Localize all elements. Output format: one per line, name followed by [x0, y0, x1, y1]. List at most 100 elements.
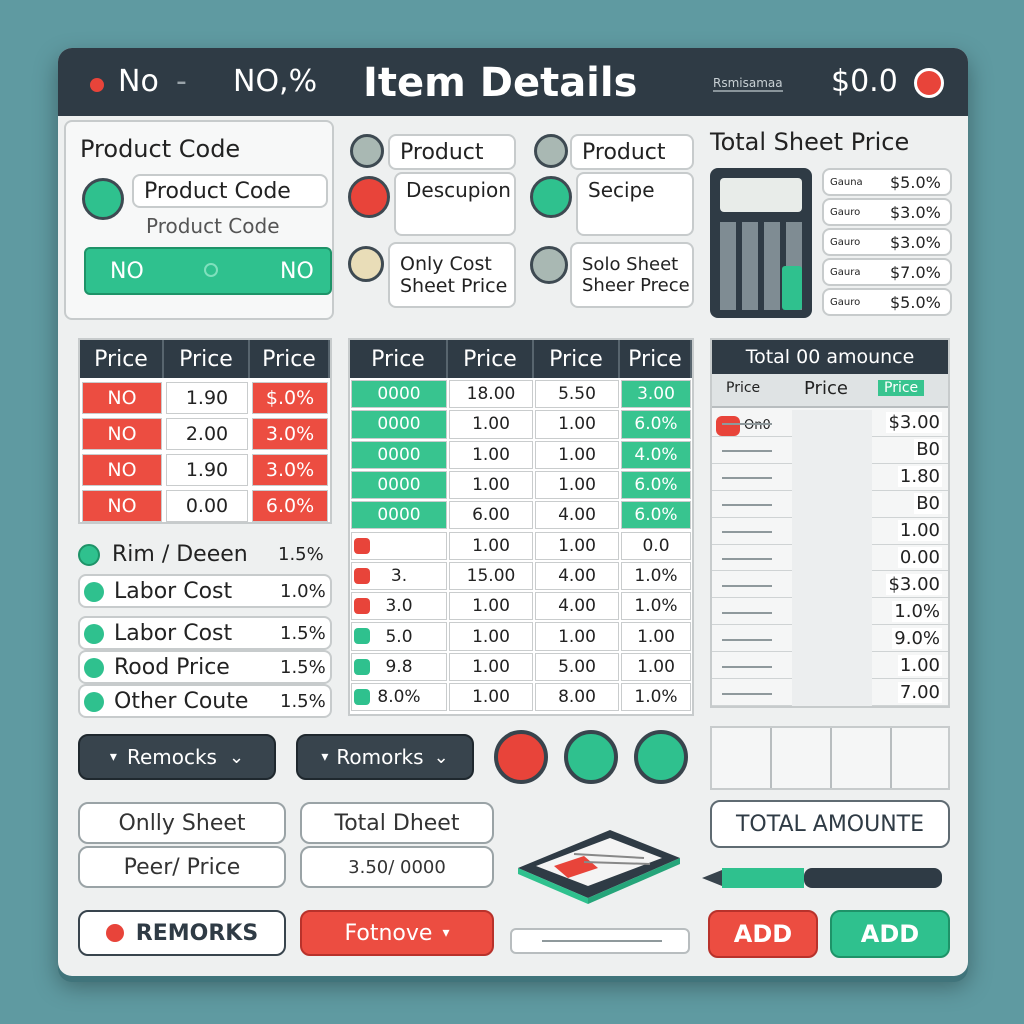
table1-cell[interactable]: 0.00 [166, 490, 248, 522]
add-green-button[interactable]: ADD [830, 910, 950, 958]
table2-cell[interactable]: 3.00 [621, 380, 691, 409]
description-radio[interactable] [348, 176, 390, 218]
table2-cell[interactable]: 0000 [351, 410, 447, 439]
table1-cell[interactable]: 1.90 [166, 382, 248, 414]
table2-cell[interactable]: 1.00 [449, 683, 533, 712]
table1-header[interactable]: Price [250, 340, 330, 378]
table2-cell[interactable]: 1.00 [449, 440, 533, 469]
table2-cell[interactable]: 4.00 [535, 592, 619, 621]
product-code-radio[interactable] [82, 178, 124, 220]
product-code-panel: Product Code Product Code Product Code N… [64, 120, 334, 320]
table2-cell[interactable]: 0000 [351, 440, 447, 469]
only-sheet-button[interactable]: Onlly Sheet [78, 802, 286, 844]
total-amount-button[interactable]: TOTAL AMOUNTE [710, 800, 950, 848]
close-icon[interactable] [914, 68, 944, 98]
table2-cell[interactable]: 1.00 [449, 652, 533, 681]
table2-cell[interactable]: 1.00 [449, 470, 533, 500]
remarks-dropdown-2[interactable]: ▾ Romorks ⌄ [296, 734, 474, 780]
remarks-dropdown-1[interactable]: ▾ Remocks ⌄ [78, 734, 276, 780]
cost-item[interactable]: Labor Cost 1.0% [78, 574, 332, 608]
table1-cell[interactable]: 3.0% [252, 418, 328, 450]
total-amount-row-placeholder [722, 450, 772, 453]
green-action-button-2[interactable] [634, 730, 688, 784]
notes-input[interactable] [510, 928, 690, 954]
table2-cell[interactable]: 8.00 [535, 683, 619, 712]
total-sheet-value-button[interactable]: 3.50/ 0000 [300, 846, 494, 888]
green-action-button[interactable] [564, 730, 618, 784]
remarks-upper-button[interactable]: REMORKS [78, 910, 286, 956]
table2-header[interactable]: Price [620, 340, 692, 378]
table2-cell[interactable]: 4.0% [621, 440, 691, 469]
table1-header[interactable]: Price [164, 340, 250, 378]
table2-header[interactable]: Price [350, 340, 448, 378]
table2-cell[interactable]: 0.0 [621, 531, 691, 560]
table2-cell[interactable]: 1.00 [535, 622, 619, 651]
cost-item[interactable]: Rim / Deeen 1.5% [78, 538, 332, 572]
red-action-button[interactable] [494, 730, 548, 784]
table1-cell[interactable]: $.0% [252, 382, 328, 414]
total-amount-value: 1.80 [897, 466, 942, 488]
no-right-label: NO [280, 259, 314, 284]
table2-cell[interactable]: 6.0% [621, 470, 691, 500]
recipe-radio[interactable] [530, 176, 572, 218]
product-code-field[interactable]: Product Code [132, 174, 328, 208]
table2-cell[interactable]: 1.0% [621, 683, 691, 712]
table2-cell[interactable]: 4.00 [535, 561, 619, 591]
cost-item[interactable]: Rood Price 1.5% [78, 650, 332, 684]
table1-cell[interactable]: NO [82, 418, 162, 450]
table1-cell[interactable]: NO [82, 490, 162, 522]
table2-header[interactable]: Price [448, 340, 534, 378]
table2-cell[interactable]: 18.00 [449, 380, 533, 409]
close-dot-icon[interactable] [90, 78, 104, 92]
product-field[interactable]: Product [388, 134, 516, 170]
table2-cell[interactable]: 0000 [351, 501, 447, 530]
description-field[interactable]: Descupion [394, 172, 516, 236]
table2-cell[interactable]: 1.00 [535, 410, 619, 439]
table2-cell[interactable]: 5.00 [535, 652, 619, 681]
table2-cell[interactable]: 1.00 [449, 622, 533, 651]
table2-cell[interactable]: 5.50 [535, 380, 619, 409]
table2-cell[interactable]: 6.00 [449, 501, 533, 530]
table2-cell[interactable]: 6.0% [621, 501, 691, 530]
table1-cell[interactable]: 1.90 [166, 454, 248, 486]
add-red-button[interactable]: ADD [708, 910, 818, 958]
cost-item[interactable]: Other Coute 1.5% [78, 684, 332, 718]
table2-cell[interactable]: 1.00 [535, 531, 619, 560]
solo-sheet-field[interactable]: Solo Sheet Sheer Prece [570, 242, 694, 308]
product2-field[interactable]: Product [570, 134, 694, 170]
table2-cell[interactable]: 1.00 [449, 531, 533, 560]
table1-cell[interactable]: NO [82, 382, 162, 414]
table2-cell[interactable]: 1.00 [621, 622, 691, 651]
table1-cell[interactable]: NO [82, 454, 162, 486]
table2-cell[interactable]: 1.00 [535, 440, 619, 469]
product2-radio[interactable] [534, 134, 568, 168]
no-toggle-bar[interactable]: NO NO [84, 247, 332, 295]
table2-cell[interactable]: 1.00 [449, 592, 533, 621]
table2-cell[interactable]: 1.0% [621, 561, 691, 591]
table2-cell[interactable]: 1.00 [449, 410, 533, 439]
table1-header[interactable]: Price [80, 340, 164, 378]
cost-item[interactable]: Labor Cost 1.5% [78, 616, 332, 650]
table1-cell[interactable]: 6.0% [252, 490, 328, 522]
total-amount-body: $3.00 B0 1.80 B0 1.00 0.00 $3.00 1.0% 9.0% 1.00 7.… [712, 410, 948, 706]
total-sheet-button[interactable]: Total Dheet [300, 802, 494, 844]
table2-cell[interactable]: 1.00 [621, 652, 691, 681]
table2-cell[interactable]: 6.0% [621, 410, 691, 439]
table2-cell[interactable]: 4.00 [535, 501, 619, 530]
table1-cell[interactable]: 3.0% [252, 454, 328, 486]
table2-cell[interactable]: 0000 [351, 470, 447, 500]
cost-item-label: Rood Price [114, 655, 230, 680]
product-radio[interactable] [350, 134, 384, 168]
solo-sheet-label: Solo Sheet [582, 254, 679, 275]
table1-cell[interactable]: 2.00 [166, 418, 248, 450]
table2-cell[interactable]: 15.00 [449, 561, 533, 591]
fotnove-dropdown[interactable]: Fotnove ▾ [300, 910, 494, 956]
table2-header[interactable]: Price [534, 340, 620, 378]
table2-cell[interactable]: 0000 [351, 380, 447, 409]
sheet-price-row: Gauro $3.0% [822, 198, 952, 226]
recipe-field[interactable]: Secipe [576, 172, 694, 236]
only-cost-field[interactable]: Only Cost Sheet Price [388, 242, 516, 308]
peer-price-button[interactable]: Peer/ Price [78, 846, 286, 888]
table2-cell[interactable]: 1.00 [535, 470, 619, 500]
table2-cell[interactable]: 1.0% [621, 592, 691, 621]
